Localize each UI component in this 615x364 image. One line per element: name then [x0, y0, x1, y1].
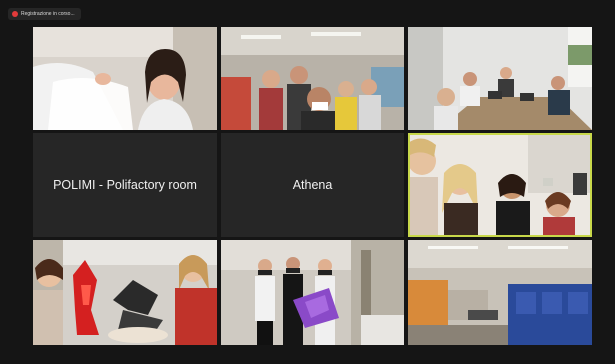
participant-7-video — [408, 240, 592, 345]
participant-3-video — [408, 27, 592, 130]
participant-name-label: Athena — [292, 178, 333, 192]
participant-2-video — [221, 27, 404, 130]
participant-1-video — [33, 27, 217, 130]
recording-indicator[interactable]: Registrazione in corso... — [8, 8, 81, 20]
participant-grid: POLIMI - Polifactory room Athena — [33, 27, 593, 345]
recording-dot-icon — [12, 11, 18, 17]
participant-tile-athena[interactable]: Athena — [221, 133, 404, 237]
participant-6-video — [221, 240, 404, 345]
video-call-window: Registrazione in corso... POLIMI - Polif… — [0, 0, 615, 364]
participant-tile-3[interactable] — [408, 27, 592, 130]
participant-tile-1[interactable] — [33, 27, 217, 130]
participant-name-label: POLIMI - Polifactory room — [53, 178, 197, 192]
participant-4-video — [408, 133, 592, 237]
participant-tile-9[interactable] — [408, 240, 592, 345]
participant-tile-8[interactable] — [221, 240, 404, 345]
participant-tile-6-active[interactable] — [408, 133, 592, 237]
participant-tile-2[interactable] — [221, 27, 404, 130]
participant-tile-polimi[interactable]: POLIMI - Polifactory room — [33, 133, 217, 237]
participant-tile-7[interactable] — [33, 240, 217, 345]
participant-5-video — [33, 240, 217, 345]
recording-label: Registrazione in corso... — [21, 11, 75, 17]
